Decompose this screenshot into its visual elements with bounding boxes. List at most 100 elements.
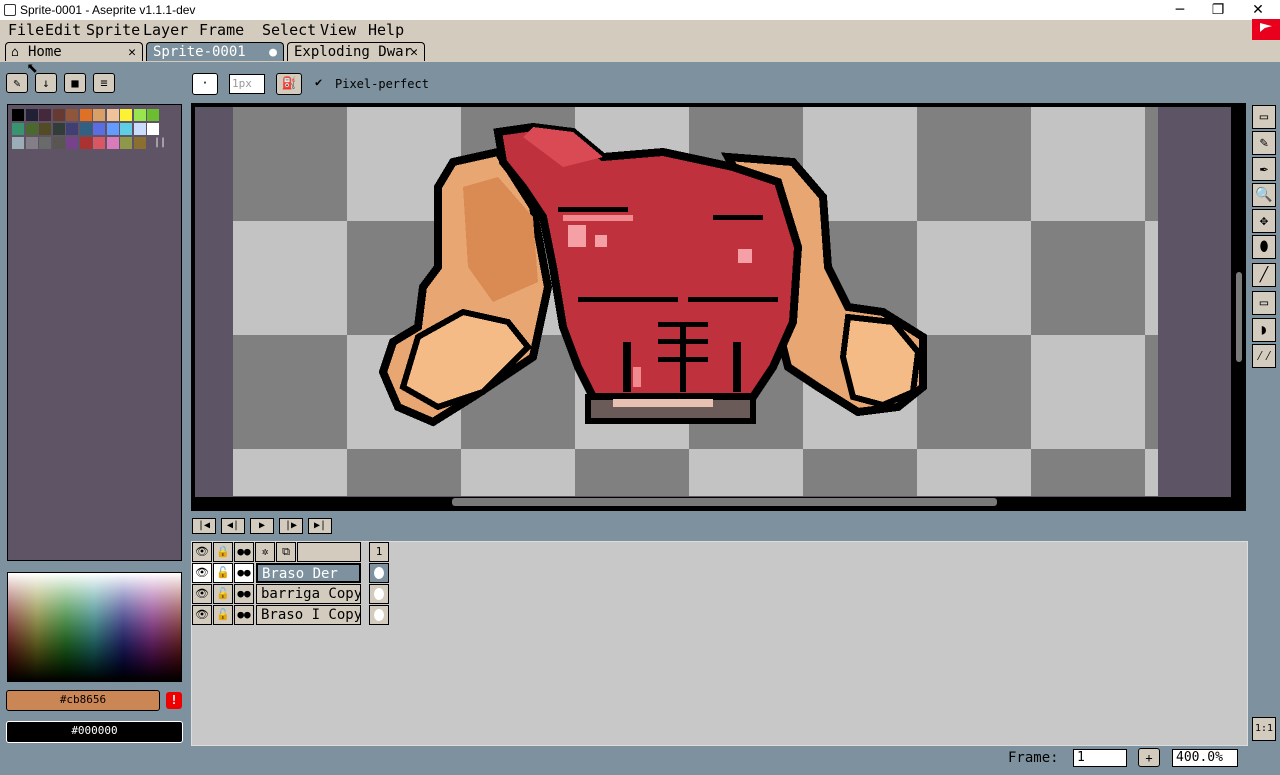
arrow-down-icon[interactable]: ↓ [35, 73, 57, 93]
cel[interactable] [369, 563, 389, 583]
menu-edit[interactable]: Edit [45, 21, 81, 39]
eye-icon[interactable]: 👁 [192, 605, 212, 625]
continuous-icon[interactable]: ●● [234, 563, 254, 583]
palette-swatch[interactable] [93, 123, 105, 135]
palette-swatch[interactable] [106, 123, 119, 135]
continuous-icon[interactable]: ●● [234, 605, 254, 625]
layer-row[interactable]: 👁 🔓 ●● Braso Der [192, 563, 389, 583]
palette-swatch[interactable] [79, 123, 92, 135]
palette-resize-handle[interactable]: || [154, 137, 166, 148]
palette-swatch[interactable] [79, 109, 92, 121]
rectangle-tool-icon[interactable]: ▭ [1252, 291, 1276, 315]
warning-icon[interactable]: ! [166, 692, 182, 709]
palette-swatch[interactable] [12, 137, 24, 149]
settings-icon[interactable]: ✲ [255, 542, 275, 562]
palette-swatch[interactable] [93, 109, 105, 121]
pixel-perfect-checkbox[interactable]: ✔ [315, 75, 322, 89]
palette-swatch[interactable] [52, 109, 65, 121]
palette-swatch[interactable] [147, 123, 159, 135]
minimize-button[interactable]: ─ [1160, 0, 1200, 20]
contour-tool-icon[interactable]: ◗ [1252, 318, 1276, 342]
last-frame-button[interactable]: ▶| [308, 518, 332, 534]
palette-swatch[interactable] [39, 109, 51, 121]
menu-select[interactable]: Select [262, 21, 316, 39]
fill-tool-icon[interactable]: ⬮ [1252, 235, 1276, 259]
lock-header-icon[interactable]: 🔒 [213, 542, 233, 562]
palette-swatch[interactable] [25, 137, 38, 149]
eye-icon[interactable]: 👁 [192, 563, 212, 583]
add-frame-button[interactable]: + [1138, 748, 1160, 767]
play-button[interactable]: ▶ [250, 518, 274, 534]
tab-sprite-0001[interactable]: Sprite-0001 ● [146, 42, 284, 61]
move-tool-icon[interactable]: ✥ [1252, 209, 1276, 233]
menu-frame[interactable]: Frame [199, 21, 244, 39]
menu-icon[interactable]: ≡ [93, 73, 115, 93]
marquee-tool-icon[interactable]: ▭ [1252, 105, 1276, 129]
frame-number-header[interactable]: 1 [369, 542, 389, 562]
close-icon[interactable]: ✕ [128, 43, 136, 62]
eye-icon[interactable]: 👁 [192, 584, 212, 604]
frame-input[interactable]: 1 [1073, 749, 1127, 767]
palette-swatch[interactable] [52, 123, 65, 135]
menu-layer[interactable]: Layer [143, 21, 188, 39]
pencil-tool-icon[interactable]: ✎ [1252, 131, 1276, 155]
onion-skin-icon[interactable]: ●● [234, 542, 254, 562]
background-color-button[interactable]: #000000 [6, 721, 183, 743]
palette-swatch[interactable] [133, 137, 146, 149]
cel[interactable] [369, 584, 389, 604]
first-frame-button[interactable]: |◀ [192, 518, 216, 534]
palette-swatch[interactable] [25, 123, 38, 135]
palette-swatch[interactable] [52, 137, 65, 149]
foreground-color-button[interactable]: #cb8656 [6, 690, 160, 711]
palette-swatch[interactable] [133, 109, 146, 121]
ink-icon[interactable]: ⛽ [276, 73, 302, 95]
visibility-header-icon[interactable]: 👁 [192, 542, 212, 562]
continuous-icon[interactable]: ●● [234, 584, 254, 604]
palette-swatch[interactable] [66, 109, 78, 121]
palette-swatch[interactable] [106, 109, 119, 121]
restore-button[interactable]: ❐ [1198, 0, 1238, 20]
menu-sprite[interactable]: Sprite [86, 21, 140, 39]
palette-swatch[interactable] [120, 109, 132, 121]
palette-swatch[interactable] [106, 137, 119, 149]
zoom-tool-icon[interactable]: 🔍 [1252, 183, 1276, 207]
folder-icon[interactable]: ■ [64, 73, 86, 93]
palette-swatch[interactable] [66, 137, 78, 149]
lock-icon[interactable]: 🔓 [213, 563, 233, 583]
menu-view[interactable]: View [320, 21, 356, 39]
palette-swatch[interactable] [79, 137, 92, 149]
layer-name[interactable]: barriga Copy ( [256, 584, 361, 604]
lock-icon[interactable]: 🔓 [213, 605, 233, 625]
palette-swatch[interactable] [120, 137, 132, 149]
brush-shape-button[interactable]: · [192, 73, 218, 95]
palette-swatch[interactable] [12, 109, 24, 121]
palette-swatch[interactable] [66, 123, 78, 135]
layer-row[interactable]: 👁 🔓 ●● barriga Copy ( [192, 584, 389, 604]
menu-help[interactable]: Help [368, 21, 404, 39]
palette-swatch[interactable] [39, 137, 51, 149]
one-to-one-button[interactable]: 1:1 [1252, 717, 1276, 741]
line-tool-icon[interactable]: ╱ [1252, 263, 1276, 287]
layer-name[interactable]: Braso I Copy [256, 605, 361, 625]
vertical-scrollbar[interactable] [1236, 272, 1242, 362]
close-window-button[interactable]: ✕ [1238, 0, 1278, 20]
previous-frame-button[interactable]: ◀| [221, 518, 245, 534]
brush-size-input[interactable]: 1px [229, 74, 265, 94]
palette-swatch[interactable] [120, 123, 132, 135]
link-cels-icon[interactable]: ⧉ [276, 542, 296, 562]
palette-swatch[interactable] [147, 109, 159, 121]
lock-icon[interactable]: 🔓 [213, 584, 233, 604]
horizontal-scrollbar[interactable] [452, 498, 997, 506]
close-icon[interactable]: ✕ [410, 43, 418, 62]
color-spectrum[interactable] [7, 572, 182, 682]
layer-row[interactable]: 👁 🔓 ●● Braso I Copy [192, 605, 389, 625]
palette-swatch[interactable] [133, 123, 146, 135]
sprite-canvas[interactable] [233, 107, 1158, 496]
palette-swatch[interactable] [12, 123, 24, 135]
tab-exploding-dwarf[interactable]: Exploding Dwar ✕ [287, 42, 425, 61]
palette-swatch[interactable] [93, 137, 105, 149]
cel[interactable] [369, 605, 389, 625]
eyedropper-tool-icon[interactable]: ✒ [1252, 157, 1276, 181]
blur-tool-icon[interactable]: ⁄⁄ [1252, 344, 1276, 368]
palette-swatch[interactable] [25, 109, 38, 121]
